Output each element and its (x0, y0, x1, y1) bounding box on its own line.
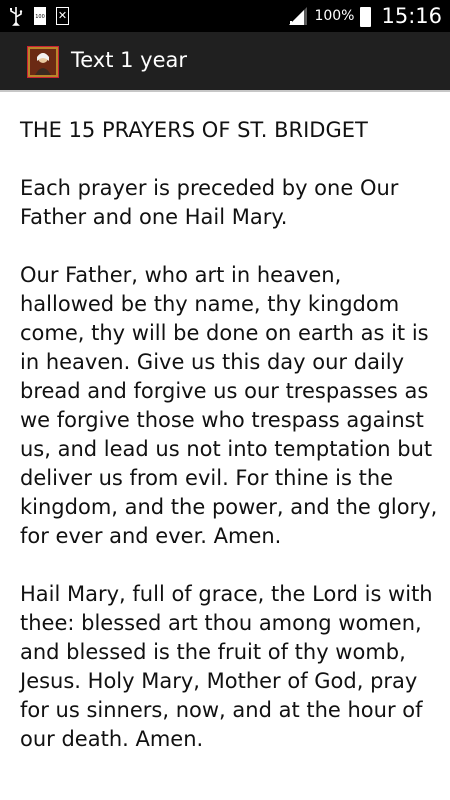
status-system: 100% 15:16 (288, 4, 442, 28)
prayer-heading: THE 15 PRAYERS OF ST. BRIDGET (20, 118, 368, 142)
prayer-text: THE 15 PRAYERS OF ST. BRIDGET Each praye… (20, 116, 440, 783)
no-sim-icon: ✕ (56, 7, 69, 25)
status-notifications: 100 ✕ (8, 6, 69, 26)
action-bar: Text 1 year (0, 32, 450, 92)
app-icon[interactable] (27, 46, 59, 78)
battery-percent: 100% (314, 8, 355, 24)
hail-mary-paragraph: Hail Mary, full of grace, the Lord is wi… (20, 582, 433, 751)
app-title: Text 1 year (71, 48, 188, 72)
clock: 15:16 (381, 4, 442, 28)
signal-icon (288, 6, 308, 26)
prayer-intro: Each prayer is preceded by one Our Fathe… (20, 176, 399, 229)
usb-icon (8, 6, 24, 26)
battery-notification-icon: 100 (34, 7, 46, 25)
battery-icon (360, 6, 372, 27)
status-bar: 100 ✕ 100% 15:16 (0, 0, 450, 32)
our-father-paragraph: Our Father, who art in heaven, hallowed … (20, 263, 438, 548)
